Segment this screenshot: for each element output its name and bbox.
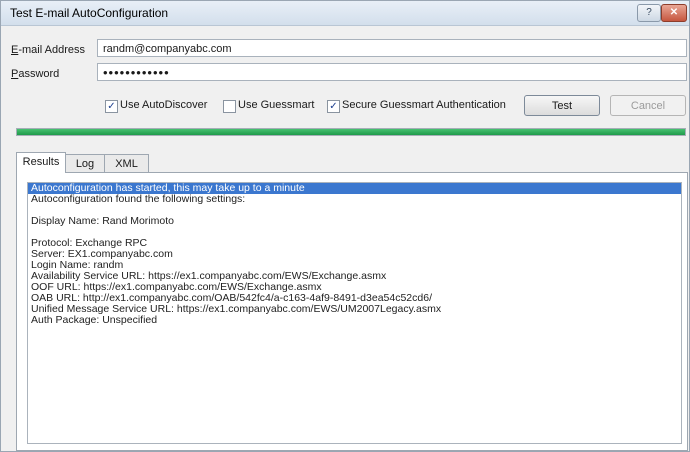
use-autodiscover-label[interactable]: Use AutoDiscover xyxy=(120,99,207,111)
progress-fill xyxy=(17,129,685,135)
results-tab-panel: Autoconfiguration has started, this may … xyxy=(16,172,688,451)
tab-log[interactable]: Log xyxy=(65,154,105,173)
cancel-button[interactable]: Cancel xyxy=(610,95,686,116)
progress-bar xyxy=(16,128,686,136)
test-button[interactable]: Test xyxy=(524,95,600,116)
close-button[interactable]: ✕ xyxy=(661,4,687,22)
password-field[interactable]: •••••••••••• xyxy=(97,63,687,81)
results-line[interactable]: Autoconfiguration found the following se… xyxy=(28,194,681,205)
secure-guessmart-checkbox[interactable]: ✓ xyxy=(327,100,340,113)
dialog-title: Test E-mail AutoConfiguration xyxy=(10,6,169,20)
password-label: Password xyxy=(11,68,59,80)
autoconfig-dialog: Test E-mail AutoConfiguration ? ✕ E-mail… xyxy=(0,0,690,452)
help-button[interactable]: ? xyxy=(637,4,661,22)
email-label: E-mail Address xyxy=(11,44,85,56)
results-listbox[interactable]: Autoconfiguration has started, this may … xyxy=(27,182,682,444)
title-bar[interactable]: Test E-mail AutoConfiguration ? ✕ xyxy=(1,1,689,26)
email-label-text: -mail Address xyxy=(18,44,85,56)
secure-guessmart-label[interactable]: Secure Guessmart Authentication xyxy=(342,99,506,111)
use-guessmart-label[interactable]: Use Guessmart xyxy=(238,99,314,111)
tab-xml[interactable]: XML xyxy=(104,154,149,173)
results-line[interactable]: Server: EX1.companyabc.com xyxy=(28,249,681,260)
use-guessmart-checkbox[interactable] xyxy=(223,100,236,113)
results-line[interactable]: Display Name: Rand Morimoto xyxy=(28,216,681,227)
tab-results[interactable]: Results xyxy=(16,152,66,173)
email-address-field[interactable]: randm@companyabc.com xyxy=(97,39,687,57)
results-line[interactable]: Auth Package: Unspecified xyxy=(28,315,681,326)
password-label-text: assword xyxy=(18,68,60,80)
use-autodiscover-checkbox[interactable]: ✓ xyxy=(105,100,118,113)
